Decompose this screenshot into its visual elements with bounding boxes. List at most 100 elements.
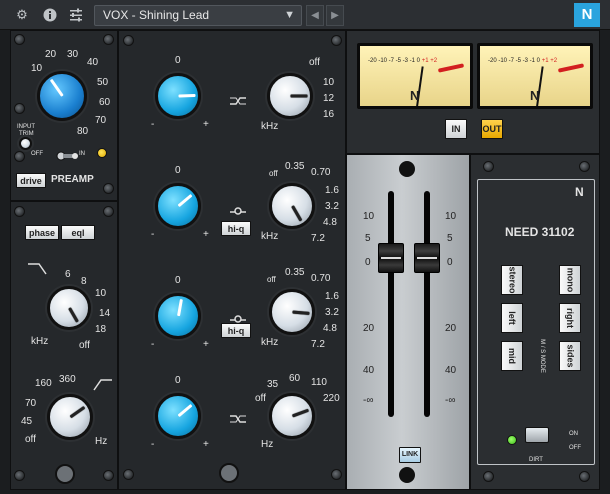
fader-right-40: 40: [445, 365, 457, 376]
dirt-label: DIRT: [529, 457, 543, 463]
band2-freq-3.2: 3.2: [325, 201, 339, 212]
screw: [103, 34, 114, 45]
preamp-scale-80: 80: [77, 126, 89, 137]
fader-handle-right[interactable]: [414, 243, 440, 273]
gear-icon[interactable]: ⚙: [14, 7, 30, 23]
band2-hiq-button[interactable]: hi-q: [221, 221, 251, 236]
preamp-scale-30: 30: [67, 49, 79, 60]
band3-gain-zero: 0: [175, 275, 181, 286]
band3-freq-3.2: 3.2: [325, 307, 339, 318]
lowpass-knob[interactable]: [47, 394, 93, 440]
band4-gain-knob[interactable]: [155, 393, 201, 439]
need-title: NEED 31102: [505, 225, 575, 239]
band1-gain-zero: 0: [175, 55, 181, 66]
screw: [103, 470, 114, 481]
mid-button[interactable]: mid: [501, 341, 523, 371]
screw: [123, 469, 134, 480]
preamp-scale-70: 70: [95, 115, 107, 126]
next-preset-button[interactable]: ▶: [326, 5, 344, 26]
meter-section: -20 -10 -7 -5 -3 -1 0 +1 +2 N -20 -10 -7…: [346, 30, 600, 154]
band4-plus: +: [203, 439, 209, 450]
bell-icon: [229, 203, 247, 215]
fader-left-10: 10: [363, 211, 375, 222]
preset-selector[interactable]: VOX - Shining Lead ▼: [94, 5, 302, 26]
highpass-curve-icon: [27, 262, 47, 275]
mono-button[interactable]: mono: [559, 265, 581, 295]
band4-unit: Hz: [261, 439, 274, 450]
band1-gain-knob[interactable]: [155, 73, 201, 119]
vu-scale: -20 -10 -7 -5 -3 -1 0 +1 +2: [488, 58, 558, 64]
band2-unit: kHz: [261, 231, 279, 242]
eq-bottom-knob[interactable]: [219, 463, 239, 483]
preamp-scale-10: 10: [31, 63, 43, 74]
need-logo: N: [575, 185, 584, 199]
band1-minus: -: [151, 119, 155, 130]
band3-hiq-button[interactable]: hi-q: [221, 323, 251, 338]
fader-track-left: [388, 191, 394, 417]
band2-plus: +: [203, 229, 209, 240]
band2-gain-knob[interactable]: [155, 183, 201, 229]
dirt-on-label: ON: [569, 431, 578, 437]
prev-preset-button[interactable]: ◀: [306, 5, 324, 26]
filter-bottom-knob[interactable]: [55, 464, 75, 484]
preamp-led: [97, 148, 107, 158]
hp-scale-8: 8: [81, 276, 87, 287]
screw: [14, 151, 25, 162]
band3-freq-4.8: 4.8: [323, 323, 337, 334]
band3-freq-0.35: 0.35: [285, 267, 305, 278]
meter-out-button[interactable]: OUT: [481, 119, 503, 139]
band2-freq-0.35: 0.35: [285, 161, 305, 172]
left-button[interactable]: left: [501, 303, 523, 333]
meter-in-button[interactable]: IN: [445, 119, 467, 139]
link-button[interactable]: LINK: [399, 447, 421, 463]
band4-freq-knob[interactable]: [269, 393, 315, 439]
info-icon[interactable]: [42, 7, 58, 23]
preamp-title: PREAMP: [51, 174, 94, 185]
screw: [14, 470, 25, 481]
preamp-knob[interactable]: [37, 71, 87, 121]
toolbar: ⚙ VOX - Shining Lead ▼ ◀ ▶ N: [0, 0, 610, 30]
eql-button[interactable]: eql: [61, 225, 95, 240]
fader-left-5: 5: [365, 233, 371, 244]
band4-freq-off: off: [255, 393, 266, 404]
preamp-scale-50: 50: [97, 77, 109, 88]
fader-right-5: 5: [447, 233, 453, 244]
band4-freq-60: 60: [289, 373, 301, 384]
low-shelf-icon: [229, 411, 247, 423]
dirt-switch[interactable]: [525, 427, 549, 443]
stereo-button[interactable]: stereo: [501, 265, 523, 295]
highpass-knob[interactable]: [47, 286, 91, 330]
fader-section: 10 5 0 20 40 -∞ 10 5 0 20 40 -∞ LINK: [346, 154, 470, 490]
phase-button[interactable]: phase: [25, 225, 59, 240]
band3-gain-knob[interactable]: [155, 293, 201, 339]
sides-button[interactable]: sides: [559, 341, 581, 371]
band4-minus: -: [151, 439, 155, 450]
vu-scale: -20 -10 -7 -5 -3 -1 0 +1 +2: [368, 58, 438, 64]
prev-icon: ◀: [311, 10, 319, 21]
band3-freq-knob[interactable]: [269, 289, 315, 335]
band3-freq-off: off: [267, 275, 276, 284]
lp-off: off: [25, 434, 36, 445]
screw: [483, 161, 494, 172]
band4-gain-zero: 0: [175, 375, 181, 386]
fader-handle-left[interactable]: [378, 243, 404, 273]
preamp-off-label: OFF: [31, 151, 43, 157]
drive-button[interactable]: drive: [16, 173, 46, 188]
input-trim-knob[interactable]: [19, 137, 32, 150]
fader-track-right: [424, 191, 430, 417]
preamp-scale-60: 60: [99, 97, 111, 108]
lp-scale-45: 45: [21, 416, 33, 427]
sliders-icon[interactable]: [68, 7, 84, 23]
hp-scale-10: 10: [95, 288, 107, 299]
band3-freq-0.70: 0.70: [311, 273, 331, 284]
right-button[interactable]: right: [559, 303, 581, 333]
fader-bottom-hole: [399, 467, 415, 483]
eq-section: 0 - + off 10 12 16 kHz 0 - + hi-q off 0.…: [118, 30, 346, 490]
band1-freq-knob[interactable]: [267, 73, 313, 119]
band2-freq-knob[interactable]: [269, 183, 315, 229]
band1-freq-off: off: [309, 57, 320, 68]
band1-freq-10: 10: [323, 77, 335, 88]
neve-logo-icon: N: [574, 3, 600, 27]
lp-scale-360: 360: [59, 374, 76, 385]
chevron-down-icon: ▼: [284, 9, 295, 21]
